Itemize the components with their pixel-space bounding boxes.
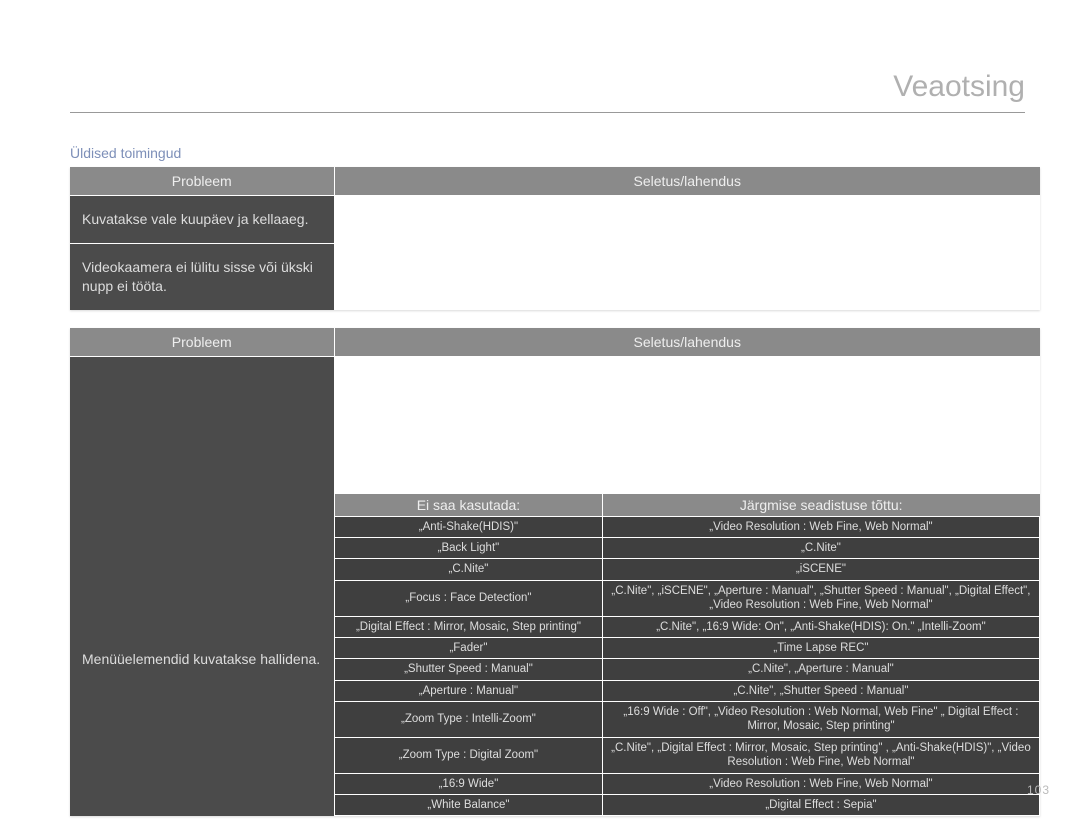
cell-because-of: „C.Nite" — [602, 538, 1039, 559]
cell-cannot-use: „Zoom Type : Intelli-Zoom" — [335, 702, 603, 738]
page-title: Veaotsing — [893, 70, 1025, 104]
table-row: „Digital Effect : Mirror, Mosaic, Step p… — [335, 616, 1040, 637]
inner-table-wrap: Ei saa kasutada: Järgmise seadistuse tõt… — [334, 487, 1040, 817]
cell-because-of: „Video Resolution : Web Fine, Web Normal… — [602, 516, 1039, 537]
cell-solution — [334, 196, 1040, 244]
table-row: „Anti-Shake(HDIS)"„Video Resolution : We… — [335, 516, 1040, 537]
cell-cannot-use: „Anti-Shake(HDIS)" — [335, 516, 603, 537]
cell-because-of: „C.Nite", „16:9 Wide: On", „Anti-Shake(H… — [602, 616, 1039, 637]
cell-solution-menu: Ei saa kasutada: Järgmise seadistuse tõt… — [334, 356, 1040, 816]
cell-problem: Kuvatakse vale kuupäev ja kellaaeg. — [70, 196, 334, 244]
cell-cannot-use: „White Balance" — [335, 794, 603, 815]
cannot-use-table: Ei saa kasutada: Järgmise seadistuse tõt… — [334, 493, 1040, 817]
th-problem-1: Probleem — [70, 167, 334, 196]
cell-because-of: „Time Lapse REC" — [602, 637, 1039, 658]
th-cannot-use: Ei saa kasutada: — [335, 493, 603, 516]
cell-cannot-use: „Back Light" — [335, 538, 603, 559]
table-row: Kuvatakse vale kuupäev ja kellaaeg. — [70, 196, 1040, 244]
cell-because-of: „Video Resolution : Web Fine, Web Normal… — [602, 773, 1039, 794]
menu-greyed-table: Probleem Seletus/lahendus Menüüelemendid… — [70, 328, 1040, 817]
cell-because-of: „C.Nite", „Digital Effect : Mirror, Mosa… — [602, 737, 1039, 773]
cell-cannot-use: „Shutter Speed : Manual" — [335, 659, 603, 680]
table-row: „Shutter Speed : Manual"„C.Nite", „Apert… — [335, 659, 1040, 680]
cell-solution — [334, 243, 1040, 309]
th-solution-1: Seletus/lahendus — [334, 167, 1040, 196]
cell-because-of: „C.Nite", „iSCENE", „Aperture : Manual",… — [602, 580, 1039, 616]
th-solution-2: Seletus/lahendus — [334, 328, 1040, 357]
cell-because-of: „16:9 Wide : Off", „Video Resolution : W… — [602, 702, 1039, 738]
page-root: Veaotsing Üldised toimingud Probleem Sel… — [0, 0, 1080, 827]
cell-problem-menu: Menüüelemendid kuvatakse hallidena. — [70, 356, 334, 816]
cell-because-of: „iSCENE" — [602, 559, 1039, 580]
section-heading-general: Üldised toimingud — [70, 145, 1040, 161]
cell-cannot-use: „Zoom Type : Digital Zoom" — [335, 737, 603, 773]
cell-cannot-use: „Digital Effect : Mirror, Mosaic, Step p… — [335, 616, 603, 637]
table-row: „Focus : Face Detection"„C.Nite", „iSCEN… — [335, 580, 1040, 616]
cell-cannot-use: „C.Nite" — [335, 559, 603, 580]
cell-because-of: „Digital Effect : Sepia" — [602, 794, 1039, 815]
table-row: Videokaamera ei lülitu sisse või ükski n… — [70, 243, 1040, 309]
cell-cannot-use: „Fader" — [335, 637, 603, 658]
general-actions-table: Probleem Seletus/lahendus Kuvatakse vale… — [70, 167, 1040, 310]
table-row: „Back Light"„C.Nite" — [335, 538, 1040, 559]
cell-problem: Videokaamera ei lülitu sisse või ükski n… — [70, 243, 334, 309]
table-row: Menüüelemendid kuvatakse hallidena. Ei s… — [70, 356, 1040, 816]
th-because-of: Järgmise seadistuse tõttu: — [602, 493, 1039, 516]
page-number: 103 — [1027, 783, 1050, 797]
th-problem-2: Probleem — [70, 328, 334, 357]
table-row: „C.Nite"„iSCENE" — [335, 559, 1040, 580]
table-row: „Zoom Type : Digital Zoom"„C.Nite", „Dig… — [335, 737, 1040, 773]
table-row: „Aperture : Manual"„C.Nite", „Shutter Sp… — [335, 680, 1040, 701]
table-row: „16:9 Wide"„Video Resolution : Web Fine,… — [335, 773, 1040, 794]
table-row: „Zoom Type : Intelli-Zoom"„16:9 Wide : O… — [335, 702, 1040, 738]
table-row: „White Balance"„Digital Effect : Sepia" — [335, 794, 1040, 815]
cell-cannot-use: „Focus : Face Detection" — [335, 580, 603, 616]
cell-because-of: „C.Nite", „Shutter Speed : Manual" — [602, 680, 1039, 701]
table-row: „Fader"„Time Lapse REC" — [335, 637, 1040, 658]
cell-cannot-use: „Aperture : Manual" — [335, 680, 603, 701]
cell-because-of: „C.Nite", „Aperture : Manual" — [602, 659, 1039, 680]
top-rule — [70, 112, 1025, 113]
cell-cannot-use: „16:9 Wide" — [335, 773, 603, 794]
